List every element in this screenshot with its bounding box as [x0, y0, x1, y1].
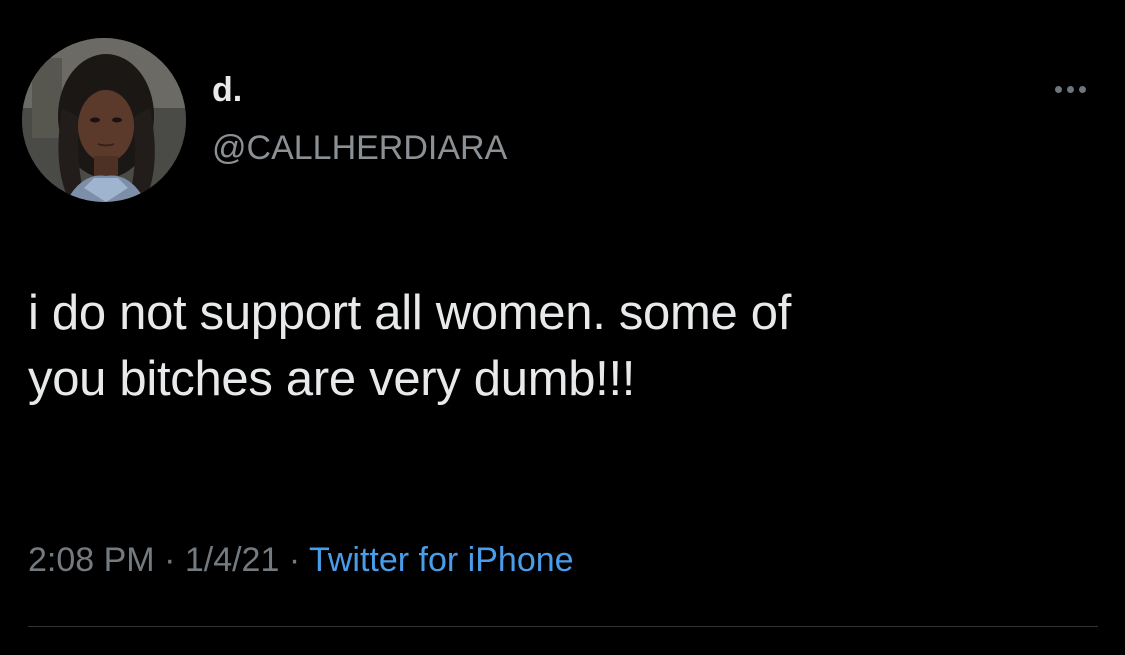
tweet-meta: 2:08 PM · 1/4/21 · Twitter for iPhone [28, 538, 574, 582]
avatar[interactable] [22, 38, 186, 202]
display-name[interactable]: d. [212, 70, 242, 110]
more-options-button[interactable] [1040, 74, 1100, 104]
user-handle[interactable]: @CALLHERDIARA [212, 128, 507, 168]
divider [28, 626, 1098, 627]
tweet-source-link[interactable]: Twitter for iPhone [309, 541, 574, 579]
more-horizontal-icon-dot [1078, 85, 1086, 93]
meta-separator: · [154, 541, 185, 579]
tweet-time[interactable]: 2:08 PM [28, 541, 155, 579]
more-horizontal-icon [1054, 85, 1062, 93]
tweet-card: d. @CALLHERDIARA i do not support all wo… [0, 0, 1125, 655]
more-horizontal-icon-dot [1066, 85, 1074, 93]
tweet-text: i do not support all women. some of you … [28, 286, 792, 406]
tweet-date[interactable]: 1/4/21 [185, 541, 280, 579]
meta-separator: · [279, 541, 309, 579]
avatar-image [22, 38, 186, 202]
